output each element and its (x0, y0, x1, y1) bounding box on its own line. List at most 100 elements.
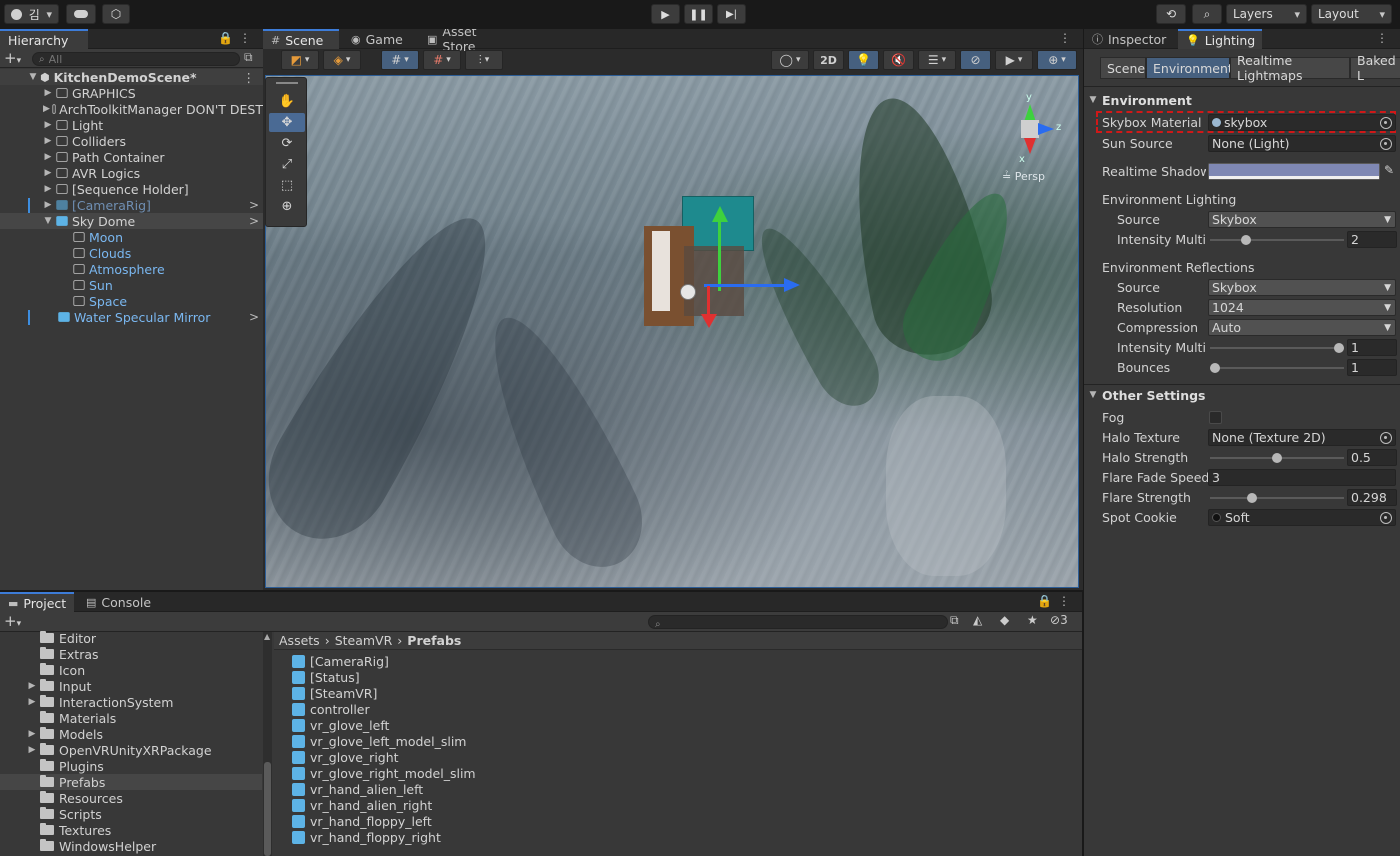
hierarchy-item[interactable]: ▶ AVR Logics (0, 165, 263, 181)
folder-item[interactable]: ▶ Models (0, 726, 262, 742)
hidden-objects-toggle[interactable]: ⊘ (960, 50, 991, 70)
intensity-input[interactable]: 2 (1347, 231, 1397, 248)
asset-item[interactable]: [Status] (292, 669, 360, 685)
gizmo-center-cube[interactable] (1021, 120, 1039, 138)
folder-item[interactable]: Extras (0, 646, 262, 662)
project-panel-controls[interactable]: 🔒⋮ (1037, 594, 1076, 608)
hierarchy-item[interactable]: Sun (0, 277, 263, 293)
hierarchy-search[interactable]: ⌕ (32, 52, 240, 66)
folder-item[interactable]: Plugins (0, 758, 262, 774)
asset-item[interactable]: vr_hand_alien_right (292, 797, 432, 813)
object-picker-icon[interactable] (1380, 138, 1392, 150)
halo-texture-field[interactable]: None (Texture 2D) (1208, 429, 1396, 446)
label-icon[interactable]: ◆ (1000, 613, 1009, 627)
env-reflections-source-dropdown[interactable]: Skybox ▼ (1208, 279, 1396, 296)
flare-fade-speed-input[interactable]: 3 (1208, 469, 1396, 486)
tab-lighting[interactable]: 💡 Lighting (1178, 29, 1262, 49)
subtab-scene[interactable]: Scene (1100, 57, 1146, 79)
tab-hierarchy[interactable]: Hierarchy (0, 29, 88, 49)
scene-menu-icon[interactable]: ⋮ (243, 70, 256, 85)
intensity-input[interactable]: 1 (1347, 339, 1397, 356)
resolution-dropdown[interactable]: 1024 ▼ (1208, 299, 1396, 316)
create-asset-button[interactable]: +▾ (4, 612, 21, 630)
eyedropper-icon[interactable]: ✎ (1384, 163, 1394, 177)
asset-item[interactable]: [CameraRig] (292, 653, 389, 669)
slider-knob[interactable] (1210, 363, 1220, 373)
expand-arrow-icon[interactable]: ▶ (43, 136, 53, 146)
compression-dropdown[interactable]: Auto ▼ (1208, 319, 1396, 336)
expand-arrow-icon[interactable]: ▼ (28, 72, 38, 82)
add-object-button[interactable]: +▾ (4, 49, 21, 67)
expand-arrow-icon[interactable]: ▶ (43, 104, 50, 114)
tab-asset-store[interactable]: ▣ Asset Store (419, 29, 519, 54)
folder-item[interactable]: Icon (0, 662, 262, 678)
spot-cookie-field[interactable]: Soft (1208, 509, 1396, 526)
drag-handle[interactable] (276, 82, 298, 84)
skybox-material-field[interactable]: skybox (1208, 114, 1396, 131)
shadow-color-field[interactable] (1208, 163, 1380, 180)
flare-strength-input[interactable]: 0.298 (1347, 489, 1397, 506)
hierarchy-item[interactable]: Moon (0, 229, 263, 245)
expand-arrow-icon[interactable]: ▶ (26, 745, 38, 755)
bounces-slider[interactable] (1210, 363, 1344, 373)
hierarchy-item[interactable]: ▶ ArchToolkitManager DON'T DEST (0, 101, 263, 117)
y-axis-arrow[interactable] (712, 206, 728, 222)
projection-label[interactable]: ≟ Persp (1002, 170, 1045, 183)
y-axis-line[interactable] (718, 221, 721, 291)
play-button[interactable]: ▶ (651, 4, 680, 24)
transform-tool-button[interactable]: ⊕ (269, 197, 305, 216)
slider-knob[interactable] (1272, 453, 1282, 463)
scroll-up-icon[interactable]: ▲ (264, 632, 270, 641)
kitchen-model[interactable] (644, 196, 800, 328)
gizmos-dropdown[interactable]: ⊕ ▾ (1037, 50, 1077, 70)
breadcrumb-item[interactable]: SteamVR (335, 633, 393, 648)
z-axis-line[interactable] (704, 284, 784, 287)
expand-arrow-icon[interactable]: ▶ (43, 120, 53, 130)
gizmo-z-cone[interactable] (1038, 123, 1054, 135)
asset-item[interactable]: vr_glove_left_model_slim (292, 733, 466, 749)
scene-viewport[interactable]: y z x ≟ Persp (265, 75, 1079, 588)
scrollbar-thumb[interactable] (264, 762, 271, 856)
asset-item[interactable]: vr_hand_alien_left (292, 781, 423, 797)
shading-dropdown[interactable]: ◯ ▾ (771, 50, 809, 70)
x-axis-arrow[interactable] (701, 314, 717, 328)
hierarchy-item[interactable]: Water Specular Mirror > (0, 309, 263, 325)
draw-mode-dropdown[interactable]: ◩ ▾ (281, 50, 319, 70)
z-axis-arrow[interactable] (784, 278, 800, 292)
hierarchy-item-selected[interactable]: ▼ Sky Dome > (0, 213, 263, 229)
inspector-panel-menu[interactable]: ⋮ (1376, 31, 1394, 45)
folder-item[interactable]: Materials (0, 710, 262, 726)
slider-knob[interactable] (1241, 235, 1251, 245)
tab-project[interactable]: ▬ Project (0, 592, 74, 612)
layers-dropdown[interactable]: Layers (1226, 4, 1307, 24)
object-picker-icon[interactable] (1380, 117, 1392, 129)
other-settings-section-header[interactable]: ▼ Other Settings (1084, 386, 1400, 404)
asset-item[interactable]: [SteamVR] (292, 685, 377, 701)
hierarchy-item[interactable]: ▶ Light (0, 117, 263, 133)
folder-item[interactable]: Resources (0, 790, 262, 806)
effects-dropdown[interactable]: ☰ ▾ (918, 50, 956, 70)
grid-snap-dropdown[interactable]: # ▾ (381, 50, 419, 70)
folder-item[interactable]: Prefabs (0, 774, 262, 790)
asset-item[interactable]: vr_glove_right (292, 749, 399, 765)
hierarchy-item[interactable]: ▶ [Sequence Holder] (0, 181, 263, 197)
folder-item[interactable]: Editor (0, 630, 262, 646)
gizmo-x-cone[interactable] (1024, 138, 1036, 154)
pivot-handle[interactable] (680, 284, 696, 300)
expand-arrow-icon[interactable]: ▶ (43, 184, 53, 194)
audio-toggle[interactable]: 🔇 (883, 50, 914, 70)
cloud-button[interactable] (66, 4, 96, 24)
hierarchy-panel-controls[interactable]: 🔒⋮ (218, 31, 257, 45)
favorite-star-icon[interactable]: ★ (1027, 613, 1038, 627)
lighting-toggle[interactable]: 💡 (848, 50, 879, 70)
search-button[interactable]: ⌕ (1192, 4, 1222, 24)
hierarchy-search-input[interactable] (48, 52, 219, 66)
object-picker-icon[interactable] (1380, 432, 1392, 444)
sun-source-field[interactable]: None (Light) (1208, 135, 1396, 152)
tab-console[interactable]: ▤ Console (78, 592, 158, 612)
tab-inspector[interactable]: ⓘ Inspector (1084, 29, 1174, 49)
bounces-input[interactable]: 1 (1347, 359, 1397, 376)
expand-arrow-icon[interactable]: ▶ (43, 200, 53, 210)
expand-arrow-icon[interactable]: ▶ (26, 681, 38, 691)
env-lighting-source-dropdown[interactable]: Skybox ▼ (1208, 211, 1396, 228)
